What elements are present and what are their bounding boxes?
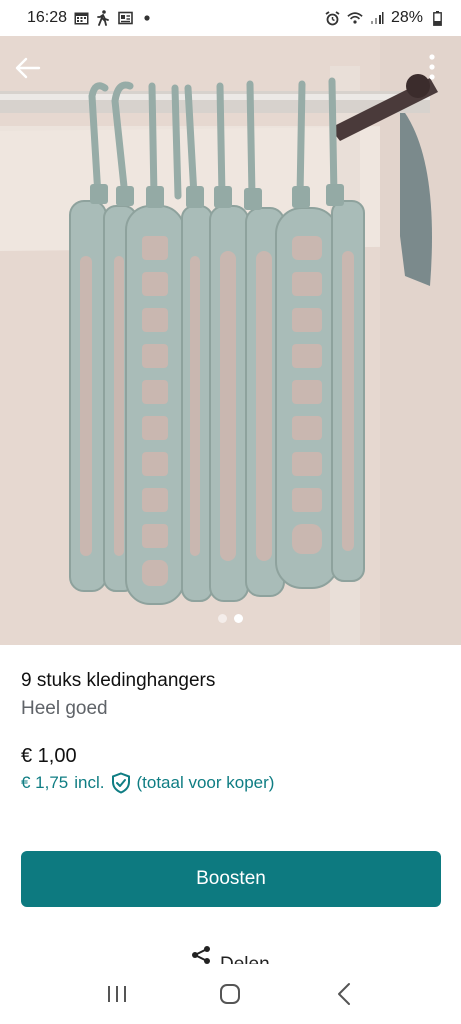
status-right: 28%: [325, 9, 445, 27]
signal-icon: [369, 10, 385, 26]
walking-icon: [95, 10, 111, 26]
buyer-price: € 1,75: [21, 773, 69, 792]
dot-icon: [139, 10, 155, 26]
alarm-icon: [325, 10, 341, 26]
share-icon: [192, 946, 210, 964]
hangers-photo: [0, 36, 461, 645]
arrow-left-icon: [15, 57, 41, 79]
share-button[interactable]: Delen: [190, 944, 270, 964]
listing-photo-carousel[interactable]: [0, 36, 461, 645]
share-label: Delen: [220, 954, 270, 964]
boost-button[interactable]: Boosten: [21, 851, 441, 907]
shield-check-icon: [111, 772, 131, 794]
back-icon: [338, 983, 351, 1005]
battery-percent: 28%: [390, 9, 423, 26]
pager-dot-active[interactable]: [234, 614, 243, 623]
news-icon: [117, 10, 133, 26]
home-button[interactable]: [210, 974, 250, 1014]
home-icon: [220, 984, 241, 1004]
more-vertical-icon: [429, 54, 435, 80]
status-left: 16:28: [27, 9, 155, 27]
buyer-price-info[interactable]: € 1,75 incl. (totaal voor koper): [21, 772, 274, 794]
recent-apps-icon: [107, 986, 126, 1002]
battery-icon: [429, 10, 445, 26]
wifi-icon: [347, 10, 363, 26]
carousel-pager: [0, 614, 461, 623]
pager-dot[interactable]: [218, 614, 227, 623]
calendar-icon: [73, 10, 89, 26]
recent-apps-button[interactable]: [97, 974, 137, 1014]
status-bar: 16:28 28%: [0, 0, 461, 36]
listing-condition: Heel goed: [21, 698, 108, 719]
incl-label: incl.: [74, 773, 105, 792]
system-nav-bar: [0, 964, 461, 1024]
listing-price: € 1,00: [21, 745, 77, 767]
system-back-button[interactable]: [324, 974, 364, 1014]
back-button[interactable]: [12, 52, 44, 84]
more-options-button[interactable]: [416, 50, 448, 84]
buyer-price-note: (totaal voor koper): [136, 773, 275, 792]
clock: 16:28: [27, 9, 68, 26]
listing-title: 9 stuks kledinghangers: [21, 670, 216, 691]
